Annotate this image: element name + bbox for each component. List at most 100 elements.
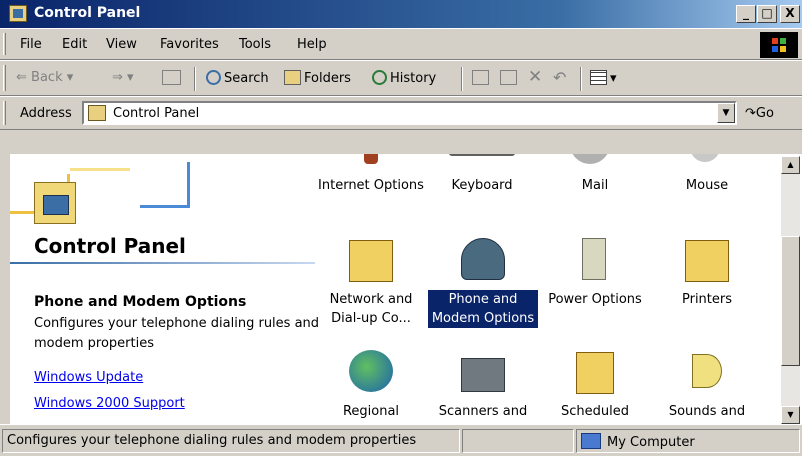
- icon-label: Power Options: [548, 292, 642, 307]
- selected-item-description: Configures your telephone dialing rules …: [34, 316, 320, 351]
- back-arrow-icon: ⇐: [16, 70, 27, 85]
- up-folder-icon: [162, 70, 181, 85]
- icon-item[interactable]: Scheduled: [540, 350, 650, 421]
- icon-label: Mail: [581, 178, 609, 193]
- delete-x-icon: ✕: [528, 67, 543, 87]
- regional-icon: [349, 350, 393, 392]
- power-icon: [582, 238, 606, 280]
- toolbar-grip[interactable]: [3, 65, 6, 91]
- windows-logo-icon: [760, 32, 798, 58]
- forward-button[interactable]: ⇒ ▾: [112, 70, 134, 85]
- move-to-button[interactable]: [472, 70, 492, 86]
- go-button[interactable]: ↷Go: [745, 106, 774, 121]
- history-icon: [372, 70, 387, 85]
- icon-item[interactable]: Network and Dial-up Co...: [316, 238, 426, 328]
- control-panel-small-icon: [88, 105, 106, 121]
- phone-modem-icon: [461, 238, 505, 280]
- menu-file[interactable]: File: [20, 37, 42, 52]
- my-computer-icon: [581, 433, 601, 449]
- content-area: Control Panel Phone and Modem Options Co…: [10, 154, 802, 424]
- back-button[interactable]: ⇐ Back ▾: [16, 70, 73, 85]
- windows-update-link[interactable]: Windows Update: [34, 370, 143, 385]
- icon-label: Scheduled: [561, 404, 629, 419]
- folders-button[interactable]: Folders: [284, 70, 351, 86]
- web-view-pane: Control Panel Phone and Modem Options Co…: [10, 154, 319, 424]
- undo-button[interactable]: ↶: [553, 68, 566, 87]
- icon-item[interactable]: Phone and Modem Options: [428, 238, 538, 328]
- triangle-up-icon: ▲: [787, 160, 794, 169]
- sounds-icon: [692, 354, 722, 388]
- standard-toolbar: ⇐ Back ▾ ⇒ ▾ Search Folders History ✕ ↶ …: [0, 60, 802, 96]
- icon-label: Internet Options: [318, 178, 424, 193]
- forward-arrow-icon: ⇒: [112, 70, 123, 85]
- menu-edit[interactable]: Edit: [62, 37, 87, 52]
- internet-options-icon: [364, 154, 378, 164]
- title-bar: Control Panel _ □ X: [0, 0, 802, 28]
- decoration: [140, 162, 190, 208]
- icon-item[interactable]: Keyboard: [427, 154, 537, 195]
- address-bar: Address Control Panel ▼ ↷Go: [0, 96, 802, 130]
- menu-help[interactable]: Help: [297, 37, 327, 52]
- menu-bar: File Edit View Favorites Tools Help: [0, 28, 802, 60]
- icon-label: Regional: [342, 404, 400, 419]
- undo-icon: ↶: [553, 68, 567, 87]
- icon-label: Network and Dial-up Co...: [329, 292, 413, 326]
- menu-tools[interactable]: Tools: [239, 37, 271, 52]
- icon-item[interactable]: Mouse: [652, 154, 762, 195]
- window-title: Control Panel: [34, 5, 141, 21]
- search-button[interactable]: Search: [206, 70, 269, 86]
- icon-label: Scanners and: [438, 404, 528, 419]
- scanner-icon: [461, 358, 505, 392]
- zone-label: My Computer: [607, 435, 695, 450]
- toolbar-separator: [194, 67, 196, 91]
- icon-item[interactable]: Regional: [316, 350, 426, 421]
- scroll-up-button[interactable]: ▲: [781, 156, 800, 174]
- icon-item[interactable]: Printers: [652, 238, 762, 309]
- menu-view[interactable]: View: [106, 37, 137, 52]
- status-bar: Configures your telephone dialing rules …: [0, 424, 802, 456]
- icon-item[interactable]: Scanners and: [428, 350, 538, 421]
- close-button[interactable]: X: [780, 5, 800, 23]
- copy-to-button[interactable]: [500, 70, 520, 86]
- menu-favorites[interactable]: Favorites: [160, 37, 219, 52]
- icon-item[interactable]: Internet Options: [316, 154, 426, 195]
- icon-item[interactable]: Power Options: [540, 238, 650, 309]
- windows-2000-support-link[interactable]: Windows 2000 Support: [34, 396, 185, 411]
- address-label: Address: [20, 106, 72, 121]
- views-button[interactable]: ▾: [590, 70, 617, 86]
- up-folder-button[interactable]: [162, 70, 184, 86]
- move-to-icon: [472, 70, 489, 85]
- minimize-button[interactable]: _: [736, 5, 756, 23]
- icon-label: Keyboard: [451, 178, 513, 193]
- toolbar-separator: [580, 67, 582, 91]
- control-panel-large-icon: [34, 182, 76, 224]
- address-grip[interactable]: [3, 101, 6, 125]
- scroll-thumb[interactable]: [781, 236, 800, 366]
- control-panel-icon: [9, 5, 27, 22]
- scroll-down-button[interactable]: ▼: [781, 406, 800, 424]
- network-icon: [349, 240, 393, 282]
- icon-label: Sounds and: [668, 404, 746, 419]
- zone-pane: My Computer: [576, 429, 800, 453]
- search-icon: [206, 70, 221, 85]
- folders-icon: [284, 70, 301, 85]
- views-icon: [590, 70, 607, 85]
- history-button[interactable]: History: [372, 70, 436, 86]
- delete-button[interactable]: ✕: [528, 67, 542, 87]
- maximize-button[interactable]: □: [757, 5, 777, 23]
- triangle-down-icon: ▼: [787, 410, 794, 419]
- address-dropdown-button[interactable]: ▼: [717, 103, 735, 123]
- keyboard-icon: [449, 154, 515, 156]
- vertical-scrollbar[interactable]: ▲ ▼: [781, 156, 800, 424]
- address-input[interactable]: Control Panel ▼: [82, 101, 737, 125]
- menu-grip[interactable]: [3, 33, 6, 55]
- chevron-down-icon: ▼: [722, 108, 730, 118]
- go-arrow-icon: ↷: [745, 106, 756, 121]
- address-value: Control Panel: [113, 106, 200, 121]
- icon-item[interactable]: Mail: [540, 154, 650, 195]
- pane-title: Control Panel: [34, 234, 186, 258]
- divider: [10, 262, 315, 264]
- copy-to-icon: [500, 70, 517, 85]
- icon-item[interactable]: Sounds and: [652, 350, 762, 421]
- selected-item-title: Phone and Modem Options: [34, 294, 247, 310]
